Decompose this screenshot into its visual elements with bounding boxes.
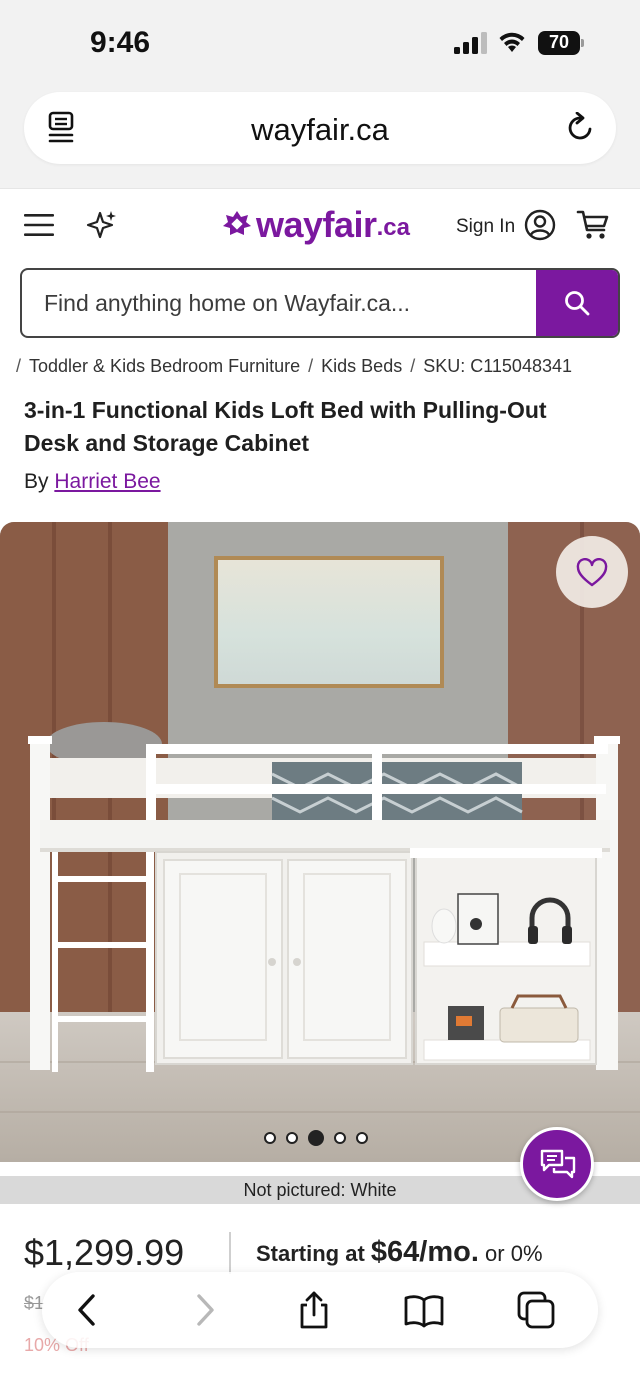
bookmarks-icon[interactable] (404, 1290, 444, 1330)
financing-prefix: Starting at (256, 1241, 365, 1266)
back-arrow-icon[interactable] (68, 1290, 108, 1330)
search-bar (20, 268, 620, 338)
wifi-icon (499, 32, 525, 52)
financing-amount: $64/mo. (370, 1236, 479, 1268)
chat-icon (540, 1149, 576, 1179)
heart-icon (576, 558, 608, 587)
price-divider (229, 1232, 231, 1274)
address-bar[interactable]: wayfair.ca (24, 92, 616, 164)
reload-icon[interactable] (564, 112, 596, 144)
breadcrumb-separator: / (308, 356, 314, 376)
status-bar: 9:46 70 (0, 0, 640, 84)
logo-suffix: .ca (376, 214, 410, 241)
financing-suffix: or 0% (485, 1241, 543, 1266)
product-title: 3-in-1 Functional Kids Loft Bed with Pul… (24, 397, 547, 456)
battery-level: 70 (548, 32, 570, 52)
favorite-button[interactable] (556, 536, 628, 608)
menu-icon[interactable] (24, 213, 54, 237)
by-label: By (24, 470, 49, 493)
breadcrumb: / Toddler & Kids Bedroom Furniture / Kids B… (16, 356, 636, 377)
breadcrumb-separator: / (410, 356, 416, 376)
tabs-icon[interactable] (516, 1290, 556, 1330)
search-button[interactable] (536, 270, 618, 336)
battery-tip (581, 39, 584, 47)
breadcrumb-separator: / (16, 356, 22, 376)
product-image[interactable] (0, 522, 640, 1162)
url-text[interactable]: wayfair.ca (24, 112, 616, 148)
carousel-dot[interactable] (356, 1132, 368, 1144)
browser-address-area: wayfair.ca (0, 84, 640, 188)
search-input[interactable] (22, 270, 538, 336)
chat-button[interactable] (520, 1127, 594, 1201)
site-header: wayfair .ca Sign In (0, 188, 640, 264)
wayfair-logo-mark-icon (223, 211, 251, 235)
battery-indicator: 70 (538, 31, 584, 55)
carousel-dot[interactable] (334, 1132, 346, 1144)
brand-line: By Harriet Bee (24, 470, 161, 494)
cellular-signal-icon (454, 32, 487, 54)
cart-icon[interactable] (576, 209, 610, 241)
wayfair-logo[interactable]: wayfair .ca (222, 205, 410, 245)
breadcrumb-item-toddler-kids-bedroom-furniture[interactable]: Toddler & Kids Bedroom Furniture (29, 356, 300, 377)
account-icon[interactable] (524, 209, 556, 241)
image-carousel-dots (264, 1130, 368, 1146)
brand-link[interactable]: Harriet Bee (54, 470, 160, 493)
breadcrumb-sku: SKU: C115048341 (423, 356, 572, 376)
sign-in-link[interactable]: Sign In (456, 216, 515, 238)
financing-offer: Starting at $64/mo. or 0% (256, 1236, 543, 1269)
breadcrumb-item-kids-beds[interactable]: Kids Beds (321, 356, 402, 377)
carousel-dot[interactable] (264, 1132, 276, 1144)
share-icon[interactable] (294, 1290, 334, 1330)
logo-wordmark: wayfair (256, 204, 377, 245)
product-price: $1,299.99 (24, 1232, 185, 1273)
search-icon (565, 291, 590, 316)
status-time: 9:46 (90, 26, 151, 59)
forward-arrow-icon[interactable] (184, 1290, 224, 1330)
browser-toolbar (42, 1272, 598, 1348)
carousel-dot[interactable] (286, 1132, 298, 1144)
carousel-dot-active[interactable] (308, 1130, 324, 1146)
sparkle-icon[interactable] (86, 209, 118, 241)
